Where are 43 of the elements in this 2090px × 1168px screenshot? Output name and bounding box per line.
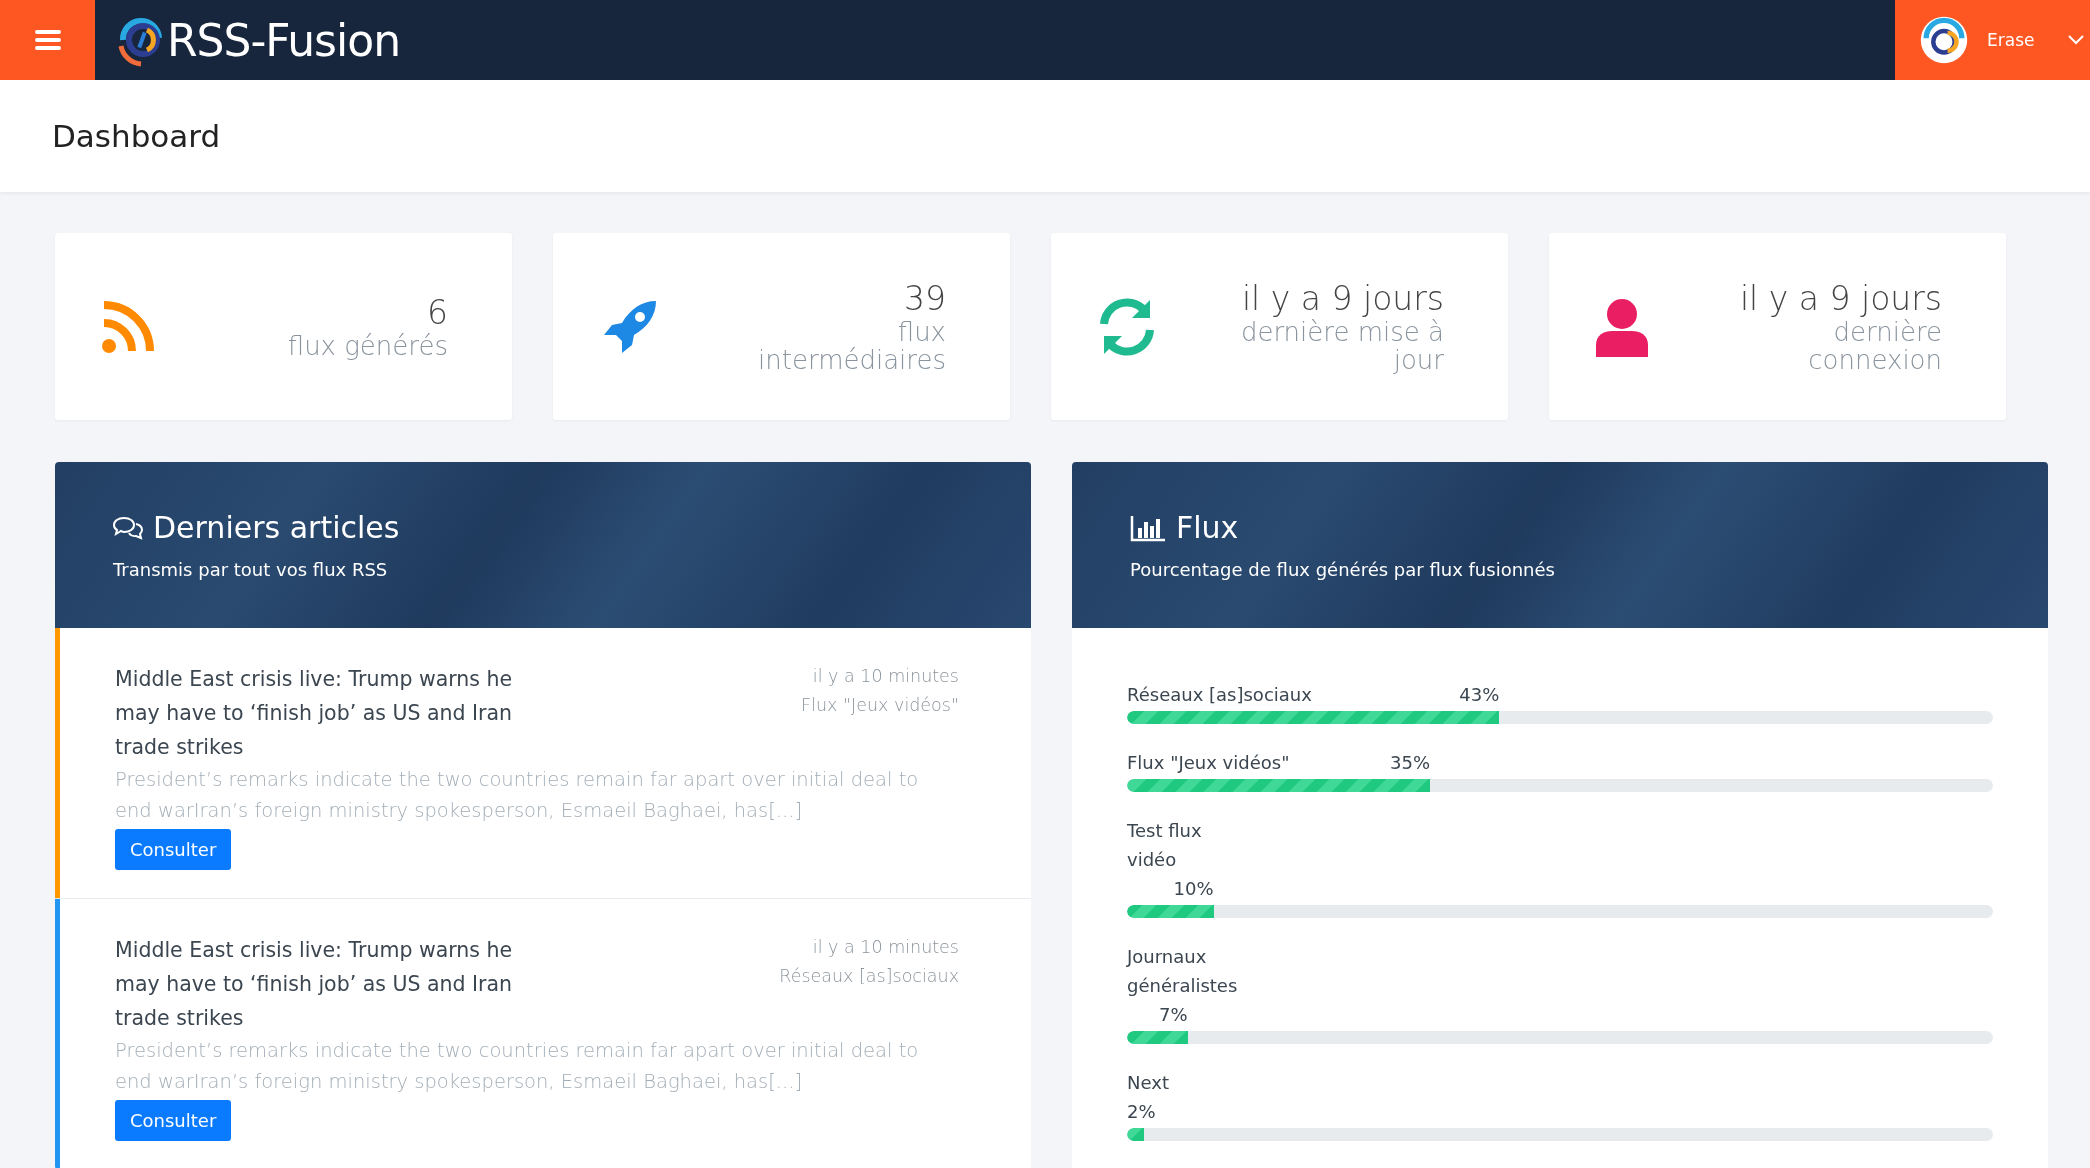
stat-value: 39 [903, 278, 946, 318]
stat-label: dernière mise à jour [1239, 317, 1444, 375]
percentage-label: 35% [1390, 751, 1431, 775]
menu-button[interactable] [0, 0, 95, 80]
percentage-label: 2% [1127, 1100, 1156, 1124]
article-feed: Réseaux [as]sociaux [779, 965, 959, 988]
article-excerpt: President’s remarks indicate the two countries remain far apart over initial deal to end warIran’s foreign ministry spokesperson, Esmaeil Baghaei, has[...] [115, 1038, 920, 1095]
panel-subtitle: Transmis par tout vos flux RSS [113, 559, 389, 580]
article-title: Middle East crisis live: Trump warns he may have to ‘finish job’ as US and Iran trade strikes [115, 666, 514, 761]
article-title: Middle East crisis live: Trump warns he may have to ‘finish job’ as US and Iran trade strikes [115, 937, 514, 1032]
stat-label: dernière connexion [1807, 317, 1942, 375]
panel-subtitle: Pourcentage de flux générés par flux fusionnés [1130, 559, 1556, 580]
bar-label: Journaux généralistes [1127, 945, 1238, 998]
bar-label: Réseaux [as]sociaux [1127, 683, 1312, 707]
chat-icon [113, 515, 143, 540]
bar-label: Flux "Jeux vidéos" [1127, 751, 1290, 775]
stat-value: il y a 9 jours [1240, 278, 1444, 318]
bar-chart-icon [1130, 513, 1166, 542]
avatar-icon [1919, 15, 1969, 65]
percentage-label: 10% [1173, 877, 1214, 901]
consult-button[interactable]: Consulter [115, 1100, 232, 1141]
menu-icon [34, 29, 61, 51]
page-title: Dashboard [52, 118, 221, 154]
panel-title: Flux [1176, 510, 1239, 545]
article-time: il y a 10 minutes [811, 665, 959, 688]
percentage-label: 43% [1459, 683, 1500, 707]
stat-label: flux générés [287, 331, 448, 361]
article-feed: Flux "Jeux vidéos" [801, 694, 959, 717]
stat-value: il y a 9 jours [1738, 278, 1942, 318]
panel-title: Derniers articles [153, 510, 400, 545]
stat-label: flux intermédiaires [757, 317, 946, 375]
consult-button[interactable]: Consulter [115, 829, 232, 870]
article-time: il y a 10 minutes [811, 936, 959, 959]
bar-label: Test flux vidéo [1127, 819, 1203, 872]
article-excerpt: President’s remarks indicate the two countries remain far apart over initial deal to end warIran’s foreign ministry spokesperson, Esmaeil Baghaei, has[...] [115, 767, 920, 824]
user-icon [1594, 296, 1650, 357]
chevron-down-icon [2068, 35, 2084, 45]
bar-label: Next [1127, 1071, 1169, 1095]
percentage-label: 7% [1159, 1003, 1188, 1027]
stat-value: 6 [426, 292, 448, 332]
brand-name[interactable]: RSS-Fusion [167, 14, 401, 66]
user-menu-button[interactable]: Erase [1895, 0, 2090, 80]
rss-icon [100, 298, 156, 355]
